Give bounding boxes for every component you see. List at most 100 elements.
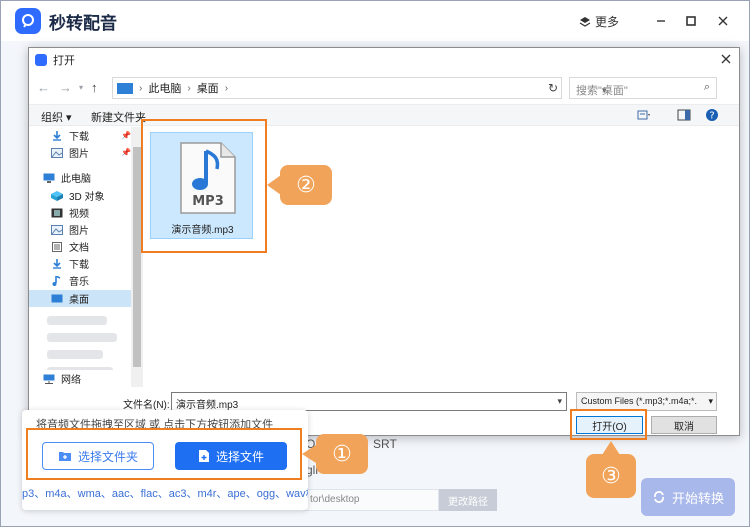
document-icon — [52, 241, 62, 252]
nav-item-downloads-pinned[interactable]: 下载 📌 — [29, 127, 131, 144]
breadcrumb-separator-icon: › — [224, 82, 229, 94]
computer-icon — [43, 173, 55, 183]
nav-item-label: 下载 — [69, 260, 89, 271]
nav-item-pictures-pinned[interactable]: 图片 📌 — [29, 144, 131, 161]
network-icon — [43, 374, 55, 384]
navigation-pane: 下载 📌 图片 📌 此电脑 3D 对象 视频 图片 文档 下载 音乐 桌面 网络 — [29, 127, 144, 387]
close-icon — [718, 16, 728, 26]
nav-pane-scroll-thumb[interactable] — [133, 147, 141, 367]
search-icon: ⌕ — [703, 81, 710, 93]
new-folder-button[interactable]: 新建文件夹 — [91, 109, 146, 125]
step-2-badge: ② — [280, 165, 332, 205]
app-close-button[interactable] — [715, 13, 731, 29]
supported-formats: p3、m4a、wma、aac、flac、ac3、m4r、ape、ogg、wav格 — [22, 488, 308, 500]
start-convert-button[interactable]: 开始转换 — [641, 478, 735, 516]
refresh-icon: ↻ — [547, 81, 559, 95]
chevron-down-icon[interactable]: ▾ — [557, 396, 562, 407]
search-input[interactable]: 搜索"桌面" ⌕ — [569, 77, 717, 99]
navigation-bar: ← → ▾ ↑ › 此电脑 › 桌面 › ▾ ↻ 搜索"桌面" ⌕ — [29, 74, 739, 102]
step-1-badge: ① — [316, 434, 368, 474]
breadcrumb-separator-icon: › — [139, 82, 143, 94]
nav-item-documents[interactable]: 文档 — [29, 238, 131, 255]
nav-item-label: 图片 — [69, 149, 89, 160]
nav-item-music[interactable]: 音乐 — [29, 272, 131, 289]
pictures-icon — [51, 147, 63, 158]
filename-input[interactable]: 演示音频.mp3 ▾ — [171, 392, 567, 411]
minimize-icon — [657, 20, 665, 22]
nav-item-label: 下载 — [69, 132, 89, 143]
organize-menu[interactable]: 组织 ▾ — [41, 109, 72, 125]
step-3-badge: ③ — [586, 454, 636, 498]
search-placeholder: 搜索"桌面" — [576, 85, 628, 97]
nav-item-label: 3D 对象 — [69, 192, 105, 203]
dialog-close-button[interactable] — [721, 51, 731, 67]
svg-text:?: ? — [709, 111, 714, 122]
preview-pane-icon[interactable] — [677, 109, 691, 121]
output-path-field[interactable]: tor\desktop — [303, 489, 439, 511]
convert-icon — [654, 491, 664, 503]
view-options-icon[interactable] — [637, 109, 651, 121]
computer-icon — [117, 82, 133, 94]
nav-item-label: 网络 — [61, 375, 81, 386]
maximize-icon — [686, 16, 696, 26]
video-icon — [51, 208, 63, 217]
blurred-nav-item — [47, 316, 107, 325]
minimize-button[interactable] — [653, 13, 669, 29]
nav-item-videos[interactable]: 视频 — [29, 204, 131, 221]
refresh-button[interactable]: ↻ — [543, 78, 563, 98]
download-icon — [53, 258, 61, 269]
layers-icon — [579, 16, 591, 27]
start-convert-label: 开始转换 — [671, 490, 724, 506]
download-icon — [53, 130, 61, 141]
desktop-icon — [51, 294, 63, 302]
file-type-value: Custom Files (*.mp3;*.m4a;*. — [581, 396, 698, 406]
open-file-dialog: 打开 ← → ▾ ↑ › 此电脑 › 桌面 › ▾ ↻ 搜索"桌面" ⌕ 组织 … — [28, 47, 740, 436]
app-title: 秒转配音 — [49, 13, 117, 33]
nav-item-label: 视频 — [69, 209, 89, 220]
nav-item-label: 文档 — [69, 243, 89, 254]
app-logo-icon — [15, 8, 41, 34]
highlight-file-item — [141, 119, 267, 253]
breadcrumb-desktop[interactable]: 桌面 — [197, 80, 219, 96]
pictures-icon — [51, 224, 63, 235]
nav-item-network[interactable]: 网络 — [29, 370, 131, 387]
change-path-button[interactable]: 更改路径 — [439, 489, 497, 511]
dialog-toolbar: 组织 ▾ 新建文件夹 ? — [29, 104, 739, 126]
close-icon — [721, 54, 731, 64]
forward-arrow-icon[interactable]: → — [59, 80, 72, 95]
dialog-title: 打开 — [53, 55, 75, 67]
recent-dropdown-icon[interactable]: ▾ — [79, 83, 83, 92]
up-arrow-icon[interactable]: ↑ — [91, 80, 98, 95]
address-bar[interactable]: › 此电脑 › 桌面 › ▾ — [112, 77, 607, 99]
nav-item-label: 此电脑 — [61, 174, 91, 185]
maximize-button[interactable] — [683, 13, 699, 29]
cancel-button[interactable]: 取消 — [651, 416, 717, 434]
more-label: 更多 — [595, 15, 620, 29]
music-icon — [52, 275, 61, 286]
blurred-nav-item — [47, 350, 103, 359]
nav-item-downloads[interactable]: 下载 — [29, 255, 131, 272]
nav-item-label: 音乐 — [69, 277, 89, 288]
dialog-app-icon — [35, 54, 47, 66]
help-icon[interactable]: ? — [705, 108, 719, 122]
highlight-open-button — [570, 409, 647, 440]
blurred-nav-item — [47, 333, 117, 342]
back-arrow-icon[interactable]: ← — [37, 80, 50, 95]
nav-item-desktop[interactable]: 桌面 — [29, 290, 131, 307]
pin-icon: 📌 — [121, 131, 131, 140]
highlight-upload-buttons — [26, 428, 302, 480]
app-titlebar: 秒转配音 更多 — [1, 1, 749, 41]
nav-item-this-pc[interactable]: 此电脑 — [29, 169, 131, 186]
nav-item-pictures[interactable]: 图片 — [29, 221, 131, 238]
nav-item-3d-objects[interactable]: 3D 对象 — [29, 187, 131, 204]
breadcrumb-this-pc[interactable]: 此电脑 — [148, 80, 181, 96]
bg-srt-option: SRT — [373, 437, 397, 451]
filename-label: 文件名(N): — [123, 400, 170, 411]
3d-objects-icon — [51, 190, 63, 201]
chevron-down-icon: ▾ — [708, 396, 713, 406]
pin-icon: 📌 — [121, 148, 131, 157]
more-button[interactable]: 更多 — [579, 13, 619, 30]
nav-item-label: 图片 — [69, 226, 89, 237]
nav-item-label: 桌面 — [69, 295, 89, 306]
dialog-titlebar: 打开 — [29, 48, 739, 72]
